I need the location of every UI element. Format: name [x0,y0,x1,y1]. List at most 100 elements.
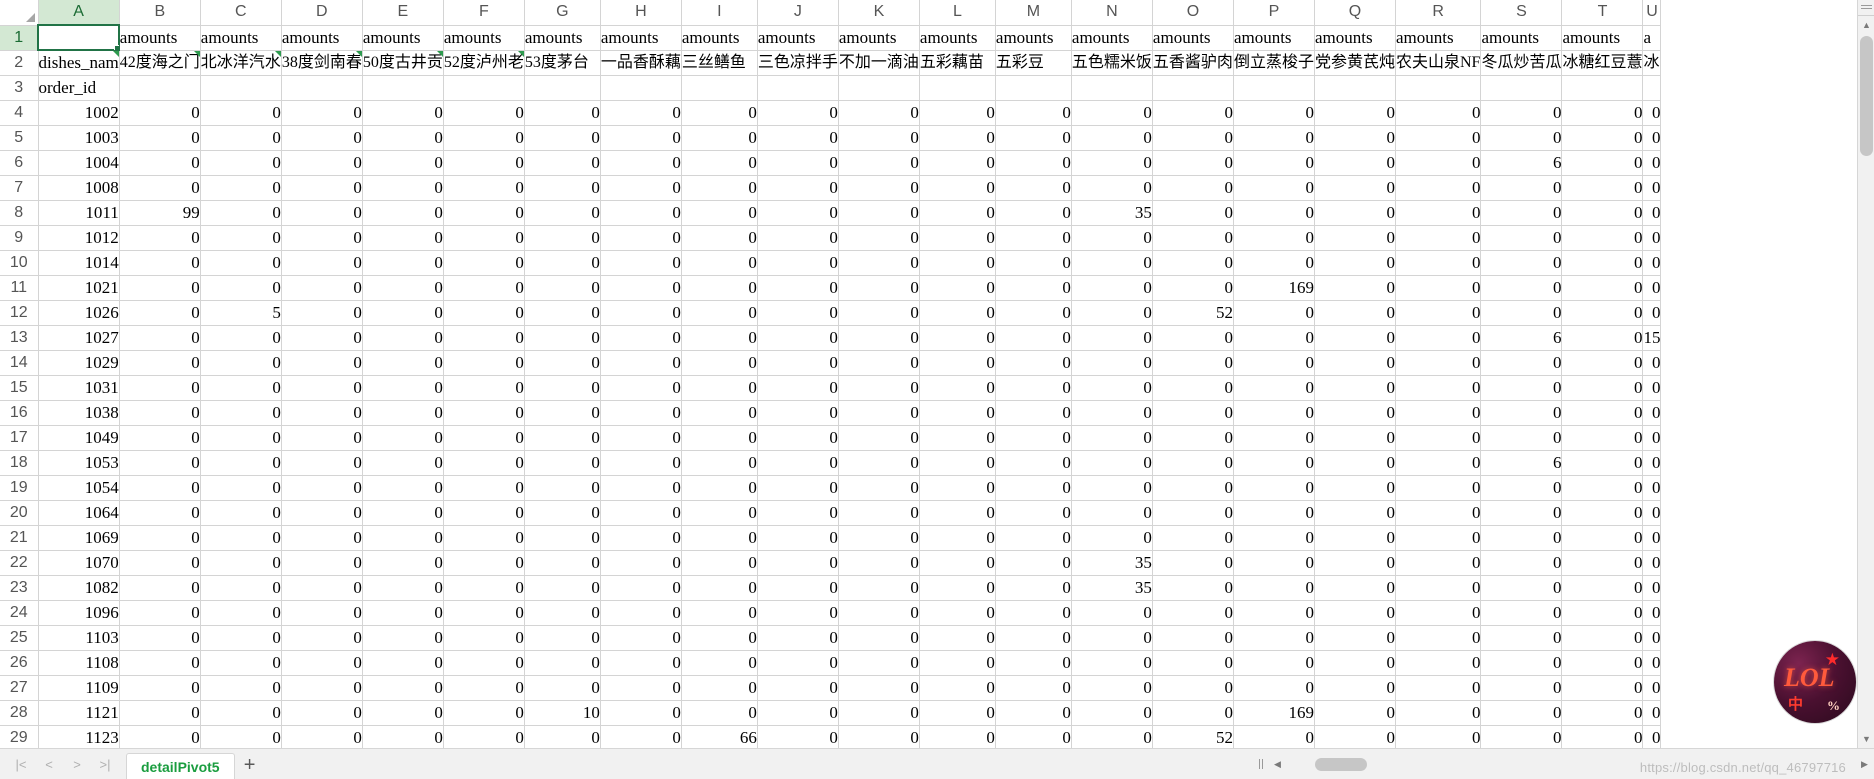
cell-amount-value[interactable]: 0 [119,575,201,601]
cell-amount-value[interactable]: 0 [281,200,363,226]
cell-amount-value[interactable]: 0 [681,675,758,701]
column-header-o[interactable]: O [1152,0,1234,26]
cell-amount-value[interactable]: 0 [1561,425,1644,451]
cell-amount-value[interactable]: 0 [757,400,839,426]
cell-amount-value[interactable]: 0 [1071,275,1153,301]
cell-amount-value[interactable]: 0 [1642,500,1662,526]
cell-amount-value[interactable]: 0 [600,575,682,601]
cell-amount-value[interactable]: 0 [281,175,363,201]
cell-order-id-value[interactable]: 1011 [38,200,120,226]
cell-amount-value[interactable]: 0 [1561,675,1644,701]
cell-amount-value[interactable]: 0 [200,175,282,201]
row-header-13[interactable]: 13 [0,325,39,351]
cell-amount-value[interactable]: 0 [681,475,758,501]
cell-amount-value[interactable]: 0 [524,325,601,351]
cell-amount-value[interactable]: 0 [200,325,282,351]
cell-amount-value[interactable]: 0 [1642,200,1662,226]
cell-amount-value[interactable]: 0 [200,200,282,226]
cell-amount-value[interactable]: 0 [1233,200,1315,226]
cell-order-id-value[interactable]: 1049 [38,425,120,451]
cell-amount-value[interactable]: 0 [1233,725,1315,748]
cell-amount-value[interactable]: 0 [757,625,839,651]
cell-order-id-value[interactable]: 1082 [38,575,120,601]
cell-dish-name-u[interactable]: 冰 [1642,50,1662,76]
cell-amount-value[interactable]: 0 [600,425,682,451]
row-header-16[interactable]: 16 [0,400,39,426]
cell-amount-value[interactable]: 0 [1395,350,1482,376]
cell-amount-value[interactable]: 0 [1395,175,1482,201]
cell-amount-value[interactable]: 0 [119,725,201,748]
cell-amount-value[interactable]: 0 [1561,200,1644,226]
cell-amount-value[interactable]: 0 [443,675,525,701]
cell-amount-value[interactable]: 0 [524,575,601,601]
cell-amount-value[interactable]: 0 [919,500,996,526]
cell-amount-value[interactable]: 0 [1642,150,1662,176]
cell-amount-value[interactable]: 0 [838,350,920,376]
cell-amount-value[interactable]: 0 [1561,325,1644,351]
cell-order-id-value[interactable]: 1070 [38,550,120,576]
cell-amounts-header-r[interactable]: amounts [1395,25,1482,51]
cell-amount-value[interactable]: 0 [757,275,839,301]
cell-amount-value[interactable]: 0 [443,300,525,326]
cell-amount-value[interactable]: 0 [119,375,201,401]
cell-amount-value[interactable]: 0 [838,125,920,151]
cell-amount-value[interactable]: 0 [362,725,444,748]
cell-amount-value[interactable]: 0 [1395,200,1482,226]
cell-amount-value[interactable]: 0 [1152,625,1234,651]
cell-amount-value[interactable]: 0 [443,150,525,176]
cell-amount-value[interactable]: 0 [1480,350,1563,376]
cell-amount-value[interactable]: 0 [1642,350,1662,376]
cell-amount-value[interactable]: 0 [995,325,1072,351]
cell-amount-value[interactable]: 0 [1642,475,1662,501]
cell-amount-value[interactable]: 0 [1314,625,1396,651]
cell-amount-value[interactable]: 0 [119,425,201,451]
cell-amount-value[interactable]: 0 [1314,225,1396,251]
cell-amount-value[interactable]: 0 [600,250,682,276]
cell-amount-value[interactable]: 0 [524,275,601,301]
cell-amount-value[interactable]: 0 [1480,275,1563,301]
row-header-19[interactable]: 19 [0,475,39,501]
cell-amount-value[interactable]: 0 [1480,475,1563,501]
cell-amount-value[interactable]: 0 [443,625,525,651]
row-header-26[interactable]: 26 [0,650,39,676]
cell-amount-value[interactable]: 0 [443,500,525,526]
cell-amount-value[interactable]: 0 [1395,700,1482,726]
vertical-scroll-thumb[interactable] [1860,36,1873,156]
cell-amount-value[interactable]: 0 [1071,350,1153,376]
cell-amount-value[interactable]: 0 [119,125,201,151]
cell-amount-value[interactable]: 0 [995,675,1072,701]
cell-amount-value[interactable]: 0 [1233,650,1315,676]
cell-amount-value[interactable]: 0 [1395,400,1482,426]
cell-amount-value[interactable]: 0 [681,200,758,226]
cell-amount-value[interactable]: 0 [1314,675,1396,701]
cell-dish-name-h[interactable]: 一品香酥藕 [600,50,682,76]
cell-amount-value[interactable]: 0 [1395,625,1482,651]
cell-amount-value[interactable]: 0 [1480,650,1563,676]
cell-amount-value[interactable]: 0 [757,225,839,251]
cell-amount-value[interactable]: 0 [281,550,363,576]
cell-amount-value[interactable]: 0 [1314,275,1396,301]
cell-amount-value[interactable]: 0 [600,275,682,301]
cell-amount-value[interactable]: 0 [1233,300,1315,326]
cell-amount-value[interactable]: 0 [119,500,201,526]
cell-amount-value[interactable]: 0 [757,250,839,276]
cell-amount-value[interactable]: 0 [1480,525,1563,551]
cell-amount-value[interactable]: 0 [1561,350,1644,376]
cell-amount-value[interactable]: 0 [1071,450,1153,476]
cell-amount-value[interactable]: 0 [1152,325,1234,351]
cell-amount-value[interactable]: 0 [1071,600,1153,626]
cell-amount-value[interactable]: 0 [600,350,682,376]
cell-amount-value[interactable]: 0 [600,500,682,526]
cell-amount-value[interactable]: 0 [995,575,1072,601]
cell-amount-value[interactable]: 0 [995,450,1072,476]
cell-amount-value[interactable]: 0 [281,450,363,476]
cell-amount-value[interactable]: 0 [681,575,758,601]
cell-empty-u[interactable] [1642,75,1662,101]
cell-amount-value[interactable]: 0 [443,125,525,151]
cell-amount-value[interactable]: 0 [281,275,363,301]
cell-amount-value[interactable]: 0 [838,375,920,401]
cell-amount-value[interactable]: 0 [524,150,601,176]
cell-amount-value[interactable]: 0 [1561,100,1644,126]
row-header-2[interactable]: 2 [0,50,39,76]
cell-amount-value[interactable]: 0 [681,400,758,426]
